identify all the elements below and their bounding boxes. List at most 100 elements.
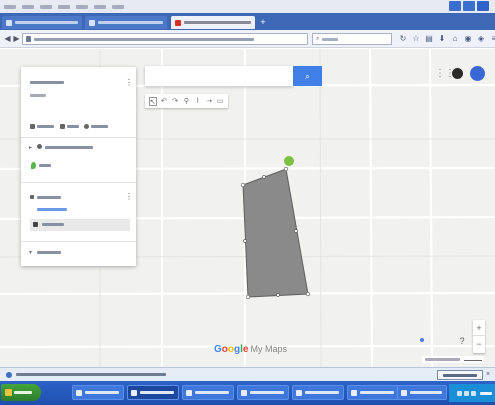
clock <box>480 391 492 395</box>
map-scale-bar <box>422 356 484 363</box>
checkbox-icon[interactable] <box>30 195 34 199</box>
layer-feature-row[interactable] <box>30 219 130 231</box>
app-icon <box>186 389 192 396</box>
refresh-icon[interactable]: ↻ <box>398 34 408 44</box>
chevron-down-icon[interactable]: ▾ <box>29 249 32 256</box>
taskbar-item[interactable] <box>292 385 344 400</box>
map-title[interactable] <box>30 81 64 84</box>
taskbar-item[interactable] <box>72 385 124 400</box>
star-icon[interactable]: ☆ <box>411 34 421 44</box>
menu-item-help[interactable] <box>112 4 124 9</box>
hamburger-menu-icon[interactable]: ≡ <box>489 34 495 44</box>
polygon-fill[interactable] <box>242 168 309 298</box>
share-button[interactable] <box>67 125 79 128</box>
close-window-button[interactable] <box>477 1 489 11</box>
map-search-input[interactable] <box>145 66 293 86</box>
chevron-right-icon[interactable]: ▸ <box>29 144 32 151</box>
maximize-button[interactable] <box>463 1 475 11</box>
zoom-out-button[interactable]: − <box>473 336 485 352</box>
map-canvas[interactable]: ⌕ ↖ ↶ ↷ ⚲ ⌇ ⇢ ▭ ⋮⋮ ⋮ ▸ ⋮ ▾ Google My Map… <box>0 49 495 367</box>
forward-icon[interactable]: ▶ <box>12 34 21 43</box>
new-tab-button[interactable]: + <box>258 17 268 27</box>
polygon-vertex[interactable] <box>305 291 311 297</box>
app-icon <box>351 389 357 396</box>
individual-styles-link[interactable] <box>37 208 67 211</box>
taskbar-item[interactable] <box>347 385 399 400</box>
minimize-button[interactable] <box>449 1 461 11</box>
taskbar-item[interactable] <box>127 385 179 400</box>
browser-tab-3[interactable] <box>171 16 255 29</box>
back-icon[interactable]: ◀ <box>3 34 12 43</box>
place-name[interactable] <box>39 164 51 167</box>
preview-button[interactable] <box>91 125 108 128</box>
polygon-midpoint[interactable] <box>262 175 266 179</box>
layer-options-icon[interactable]: ⋮ <box>125 193 133 201</box>
undo-icon[interactable]: ↶ <box>160 97 168 106</box>
address-bar[interactable] <box>22 33 308 45</box>
taskbar-item[interactable] <box>237 385 289 400</box>
route-icon[interactable]: ⇢ <box>205 97 213 106</box>
app-icon <box>401 389 407 396</box>
preview-icon[interactable] <box>84 124 89 129</box>
taskbar-item[interactable] <box>182 385 234 400</box>
google-my-maps-logo: Google My Maps <box>214 344 287 355</box>
tab-title <box>15 21 78 24</box>
bookmark-list-icon[interactable]: ▤ <box>424 34 434 44</box>
share-icon[interactable] <box>60 124 65 129</box>
add-layer-icon[interactable] <box>30 124 35 129</box>
extension-icon[interactable]: ◉ <box>463 34 473 44</box>
layer-title[interactable] <box>37 196 61 199</box>
home-icon[interactable]: ⌂ <box>450 34 460 44</box>
close-icon[interactable]: × <box>486 371 490 378</box>
menu-item-history[interactable] <box>58 4 70 9</box>
browser-tab-1[interactable] <box>2 16 82 29</box>
notification-bar: × <box>0 367 495 381</box>
app-icon <box>241 389 247 396</box>
base-map-toggle[interactable] <box>37 251 61 254</box>
tray-icon[interactable] <box>471 390 476 396</box>
add-layer-button[interactable] <box>37 125 54 128</box>
start-label <box>14 391 32 394</box>
taskbar-item[interactable] <box>397 385 447 400</box>
search-icon: ⌕ <box>316 35 320 42</box>
shield-icon[interactable]: ◈ <box>476 34 486 44</box>
polygon-vertex[interactable] <box>245 294 251 300</box>
menu-item-edit[interactable] <box>22 4 34 9</box>
redo-icon[interactable]: ↷ <box>171 97 179 106</box>
menu-item-view[interactable] <box>40 4 52 9</box>
polygon-vertex[interactable] <box>240 182 246 188</box>
start-button[interactable] <box>1 384 41 401</box>
site-identity-icon <box>26 36 31 42</box>
apps-grid-icon[interactable]: ⋮⋮ <box>435 68 455 79</box>
tray-icon[interactable] <box>457 390 462 396</box>
layer-feature-name <box>42 223 64 226</box>
scale-line <box>464 360 482 361</box>
hand-icon[interactable]: ↖ <box>148 96 157 106</box>
marker-icon[interactable]: ⚲ <box>182 97 190 106</box>
browser-search-input[interactable]: ⌕ <box>312 33 392 45</box>
tray-icon[interactable] <box>464 390 469 396</box>
menu-item-bookmarks[interactable] <box>76 4 88 9</box>
download-icon[interactable]: ⬇ <box>437 34 447 44</box>
avatar[interactable] <box>470 66 485 81</box>
polygon-vertex[interactable] <box>283 166 289 172</box>
map-options-icon[interactable]: ⋮ <box>125 79 133 87</box>
map-search-button[interactable]: ⌕ <box>293 66 322 86</box>
tab-title <box>98 21 163 24</box>
polygon-midpoint[interactable] <box>294 229 298 233</box>
polygon-midpoint[interactable] <box>276 293 280 297</box>
map-marker-icon[interactable] <box>284 156 294 166</box>
polygon-icon[interactable]: ⌇ <box>194 97 202 106</box>
menu-item-file[interactable] <box>4 4 16 9</box>
help-icon[interactable]: ? <box>458 336 466 346</box>
ruler-icon[interactable]: ▭ <box>216 97 224 106</box>
notification-action-button[interactable] <box>437 370 483 380</box>
zoom-in-button[interactable]: + <box>473 320 485 336</box>
search-result-layer[interactable] <box>45 146 93 149</box>
app-icon <box>296 389 302 396</box>
notifications-icon[interactable] <box>452 68 463 79</box>
map-subtitle <box>30 94 46 97</box>
menu-item-tools[interactable] <box>94 4 106 9</box>
polygon-midpoint[interactable] <box>243 239 247 243</box>
browser-tab-2[interactable] <box>85 16 167 29</box>
